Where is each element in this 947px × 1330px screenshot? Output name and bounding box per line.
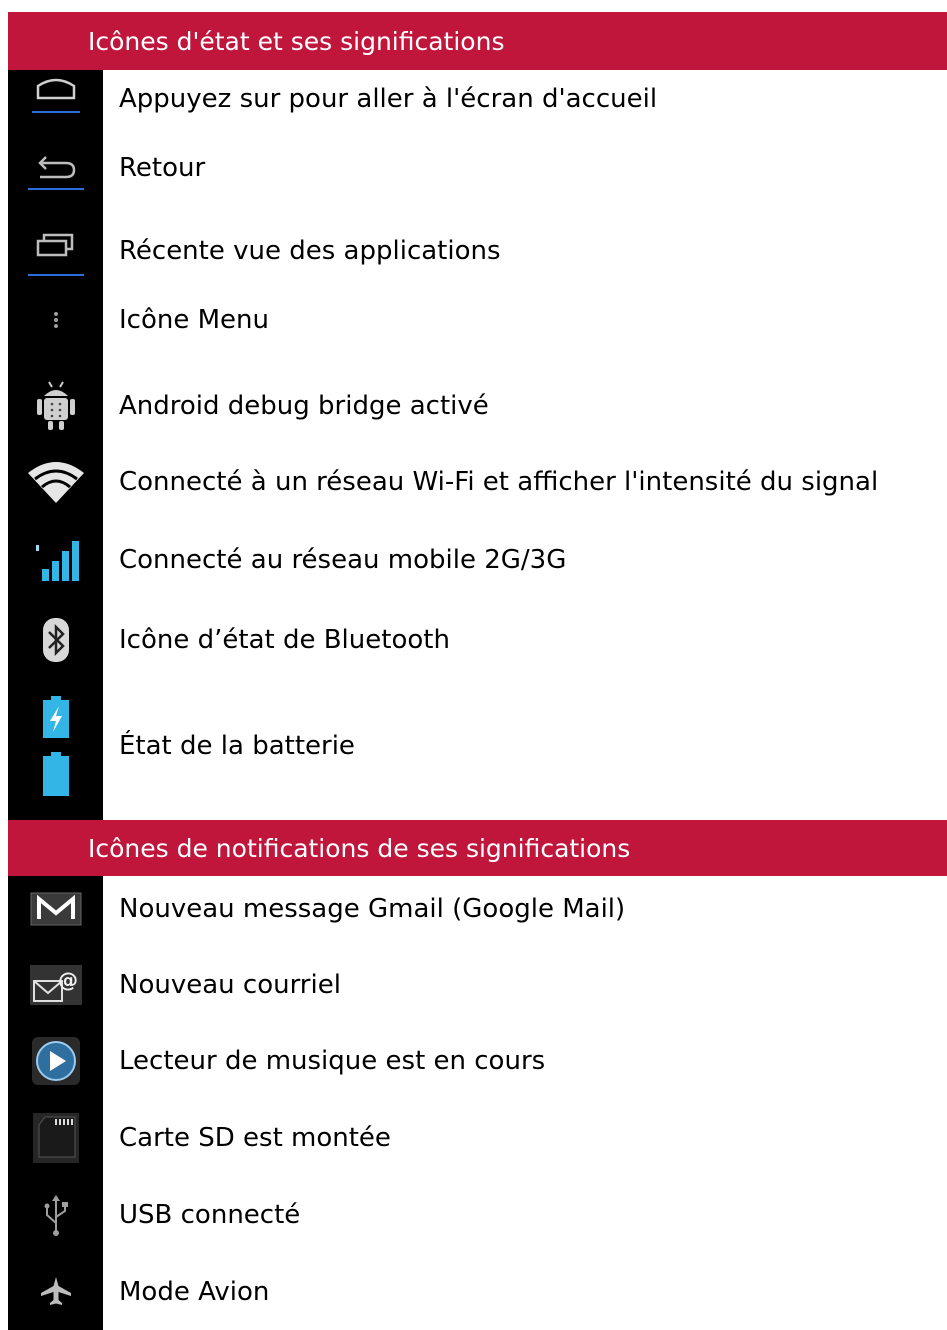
battery-icon <box>8 690 103 802</box>
list-item-back: Retour <box>8 132 947 204</box>
usb-icon <box>8 1184 103 1246</box>
section-header-notifications: Icônes de notifications de ses significa… <box>8 820 947 876</box>
list-item-label: Connecté à un réseau Wi-Fi et afficher l… <box>119 467 879 497</box>
list-item-label: USB connecté <box>119 1200 301 1230</box>
list-item-label: Lecteur de musique est en cours <box>119 1046 546 1076</box>
list-item-label: Icône d’état de Bluetooth <box>119 625 450 655</box>
list-item-label: Mode Avion <box>119 1277 270 1307</box>
list-item-usb: USB connecté <box>8 1184 947 1246</box>
list-item-label: État de la batterie <box>119 731 355 761</box>
list-item-label: Nouveau courriel <box>119 970 341 1000</box>
list-item-label: Retour <box>119 153 206 183</box>
music-play-icon <box>8 1030 103 1092</box>
gmail-icon <box>8 880 103 938</box>
section-title-notifications: Icônes de notifications de ses significa… <box>88 833 631 863</box>
svg-text:@: @ <box>58 968 78 992</box>
wifi-icon <box>8 450 103 514</box>
list-item-label: Nouveau message Gmail (Google Mail) <box>119 894 626 924</box>
list-item-recent-apps: Récente vue des applications <box>8 216 947 286</box>
list-item-menu: Icône Menu <box>8 290 947 350</box>
section-header-status: Icônes d'état et ses significations <box>8 12 947 70</box>
list-item-label: Android debug bridge activé <box>119 391 489 421</box>
list-item-label: Récente vue des applications <box>119 236 501 266</box>
list-item-label: Connecté au réseau mobile 2G/3G <box>119 545 567 575</box>
list-item-bluetooth: Icône d’état de Bluetooth <box>8 608 947 672</box>
list-item-airplane: Mode Avion <box>8 1262 947 1322</box>
list-item-home: Appuyez sur pour aller à l'écran d'accue… <box>8 70 947 128</box>
home-icon <box>8 70 103 128</box>
bluetooth-icon <box>8 608 103 672</box>
airplane-icon <box>8 1262 103 1322</box>
list-item-email: @ Nouveau courriel <box>8 954 947 1016</box>
list-item-label: Carte SD est montée <box>119 1123 391 1153</box>
section-title-status: Icônes d'état et ses significations <box>88 26 505 56</box>
android-debug-icon <box>8 370 103 442</box>
list-item-wifi: Connecté à un réseau Wi-Fi et afficher l… <box>8 450 947 514</box>
back-icon <box>8 132 103 204</box>
list-item-battery: État de la batterie <box>8 690 947 802</box>
list-item-label: Icône Menu <box>119 305 269 335</box>
sd-card-icon <box>8 1106 103 1170</box>
list-item-label: Appuyez sur pour aller à l'écran d'accue… <box>119 84 658 114</box>
list-item-sd-card: Carte SD est montée <box>8 1106 947 1170</box>
list-item-gmail: Nouveau message Gmail (Google Mail) <box>8 880 947 938</box>
list-item-music: Lecteur de musique est en cours <box>8 1030 947 1092</box>
menu-icon <box>8 290 103 350</box>
signal-bars-icon <box>8 528 103 592</box>
list-item-android-debug: Android debug bridge activé <box>8 370 947 442</box>
list-item-mobile-network: Connecté au réseau mobile 2G/3G <box>8 528 947 592</box>
recent-apps-icon <box>8 216 103 286</box>
email-icon: @ <box>8 954 103 1016</box>
